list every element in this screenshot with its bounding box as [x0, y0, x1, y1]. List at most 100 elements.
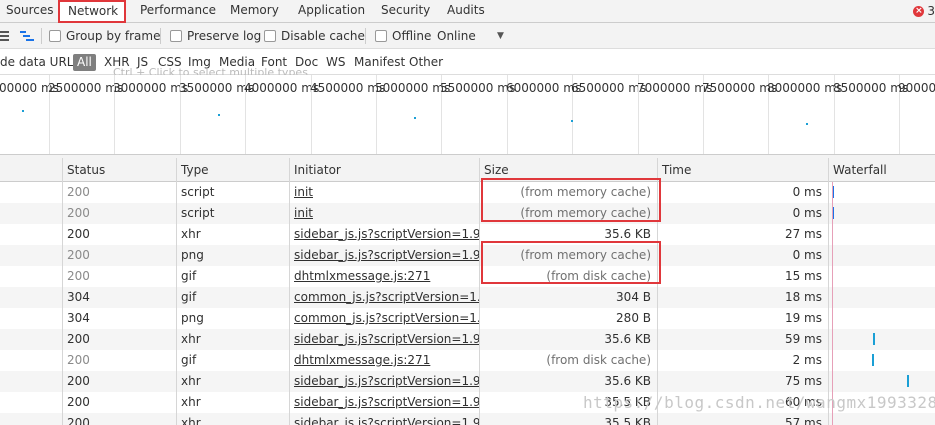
error-count: 3 — [927, 4, 935, 18]
cell-time: 59 ms — [784, 332, 822, 346]
cell-time: 75 ms — [784, 374, 822, 388]
tab-performance[interactable]: Performance — [140, 0, 216, 23]
cell-time: 15 ms — [784, 269, 822, 283]
cell-type: gif — [181, 353, 197, 367]
group-by-frame-label: Group by frame — [66, 29, 161, 43]
cell-size: (from disk cache) — [546, 353, 651, 367]
throttling-select[interactable]: Online — [437, 23, 476, 49]
cell-status: 200 — [67, 332, 90, 346]
overview-mark — [806, 123, 808, 125]
initiator-link[interactable]: sidebar_js.js?scriptVersion=1.909... — [294, 374, 479, 388]
toolbar-divider — [365, 28, 366, 44]
column-initiator[interactable]: Initiator — [289, 158, 341, 182]
tab-audits[interactable]: Audits — [447, 0, 485, 23]
cell-status: 200 — [67, 374, 90, 388]
column-type[interactable]: Type — [176, 158, 209, 182]
disable-cache-checkbox[interactable]: Disable cache — [264, 23, 365, 49]
column-status[interactable]: Status — [62, 158, 105, 182]
tab-network[interactable]: Network — [58, 0, 126, 23]
cell-initiator: init — [289, 203, 479, 224]
initiator-link[interactable]: common_js.js?scriptVersion=1.9... — [294, 290, 479, 304]
cell-type: gif — [181, 269, 197, 283]
cell-initiator: dhtmlxmessage.js:271 — [289, 266, 479, 287]
cell-size: 35.6 KB — [604, 374, 651, 388]
initiator-link[interactable]: init — [294, 185, 313, 199]
table-row[interactable]: 304 png common_js.js?scriptVersion=1.9... 2… — [0, 308, 935, 329]
timeline-overview[interactable]: 00000 ms 2500000 ms 3000000 ms 3500000 ms 40… — [0, 75, 935, 155]
column-divider[interactable] — [62, 158, 63, 425]
error-counter[interactable]: × 3 — [913, 3, 935, 19]
group-by-frame-checkbox[interactable]: Group by frame — [49, 23, 160, 49]
initiator-link[interactable]: sidebar_js.js?scriptVersion=1.909... — [294, 248, 479, 262]
cell-initiator: sidebar_js.js?scriptVersion=1.909... — [289, 329, 479, 350]
filter-manifest[interactable]: Manifest — [354, 49, 405, 75]
initiator-link[interactable]: sidebar_js.js?scriptVersion=1.909... — [294, 395, 479, 409]
watermark-text: https://blog.csdn.net/wangmx1993328 — [583, 393, 935, 412]
timeline-tick-label: 6000000 ms — [506, 81, 582, 95]
cell-time: 19 ms — [784, 311, 822, 325]
initiator-link[interactable]: dhtmlxmessage.js:271 — [294, 353, 430, 367]
table-row[interactable]: 200 script init (from memory cache) 0 ms — [0, 203, 935, 224]
initiator-link[interactable]: dhtmlxmessage.js:271 — [294, 269, 430, 283]
timeline-tick-label: 3000000 ms — [113, 81, 189, 95]
cell-time: 2 ms — [792, 353, 822, 367]
column-time[interactable]: Time — [657, 158, 691, 182]
hide-data-urls-checkbox[interactable]: de data URLs — [0, 49, 80, 75]
timeline-tick-label: 8000000 ms — [767, 81, 843, 95]
cell-type: png — [181, 248, 204, 262]
filter-other[interactable]: Other — [409, 49, 443, 75]
tab-memory[interactable]: Memory — [230, 0, 279, 23]
tab-security[interactable]: Security — [381, 0, 430, 23]
checkbox-icon — [264, 30, 276, 42]
column-divider[interactable] — [479, 158, 480, 425]
column-divider[interactable] — [828, 158, 829, 425]
offline-checkbox[interactable]: Offline — [375, 23, 431, 49]
column-divider[interactable] — [289, 158, 290, 425]
timeline-tick-label: 7500000 ms — [702, 81, 778, 95]
devtools-tabbar: Sources Network Performance Memory Appli… — [0, 0, 935, 23]
timeline-tick-label: 3500000 ms — [179, 81, 255, 95]
cell-initiator: common_js.js?scriptVersion=1.9... — [289, 308, 479, 329]
column-divider[interactable] — [176, 158, 177, 425]
chevron-down-icon[interactable]: ▼ — [497, 23, 504, 49]
initiator-link[interactable]: sidebar_js.js?scriptVersion=1.909... — [294, 227, 479, 241]
column-waterfall[interactable]: Waterfall — [828, 158, 887, 182]
table-row[interactable]: 200 script init (from memory cache) 0 ms — [0, 182, 935, 203]
cell-status: 200 — [67, 353, 90, 367]
cell-initiator: sidebar_js.js?scriptVersion=1.909... — [289, 224, 479, 245]
initiator-link[interactable]: sidebar_js.js?scriptVersion=1.909... — [294, 416, 479, 425]
tab-application[interactable]: Application — [298, 0, 365, 23]
checkbox-icon — [375, 30, 387, 42]
table-row[interactable]: 304 gif common_js.js?scriptVersion=1.9... 3… — [0, 287, 935, 308]
table-row[interactable]: 200 png sidebar_js.js?scriptVersion=1.909.… — [0, 245, 935, 266]
initiator-link[interactable]: init — [294, 206, 313, 220]
list-view-button[interactable] — [0, 23, 9, 49]
cell-initiator: init — [289, 182, 479, 203]
overview-toggle-button[interactable] — [20, 23, 34, 49]
table-row[interactable]: 200 xhr sidebar_js.js?scriptVersion=1.909.… — [0, 329, 935, 350]
initiator-link[interactable]: sidebar_js.js?scriptVersion=1.909... — [294, 332, 479, 346]
table-row[interactable]: 200 xhr sidebar_js.js?scriptVersion=1.909.… — [0, 371, 935, 392]
disable-cache-label: Disable cache — [281, 29, 365, 43]
waterfall-bar — [872, 354, 874, 366]
filter-ws[interactable]: WS — [326, 49, 345, 75]
filter-all[interactable]: All — [73, 54, 96, 71]
cell-initiator: sidebar_js.js?scriptVersion=1.909... — [289, 245, 479, 266]
table-row[interactable]: 200 gif dhtmlxmessage.js:271 (from disk cac… — [0, 266, 935, 287]
error-icon: × — [913, 5, 925, 17]
cell-size: 280 B — [616, 311, 651, 325]
cell-time: 18 ms — [784, 290, 822, 304]
table-row[interactable]: 200 gif dhtmlxmessage.js:271 (from disk cac… — [0, 350, 935, 371]
initiator-link[interactable]: common_js.js?scriptVersion=1.9... — [294, 311, 479, 325]
cell-time: 27 ms — [784, 227, 822, 241]
cell-size: 35.6 KB — [604, 332, 651, 346]
table-row[interactable]: 200 xhr sidebar_js.js?scriptVersion=1.909.… — [0, 413, 935, 425]
tab-sources[interactable]: Sources — [6, 0, 53, 23]
toolbar-divider — [41, 28, 42, 44]
preserve-log-checkbox[interactable]: Preserve log — [170, 23, 261, 49]
overview-mark — [218, 114, 220, 116]
cell-status: 200 — [67, 227, 90, 241]
cell-type: xhr — [181, 374, 201, 388]
table-row[interactable]: 200 xhr sidebar_js.js?scriptVersion=1.909.… — [0, 224, 935, 245]
cell-status: 200 — [67, 269, 90, 283]
